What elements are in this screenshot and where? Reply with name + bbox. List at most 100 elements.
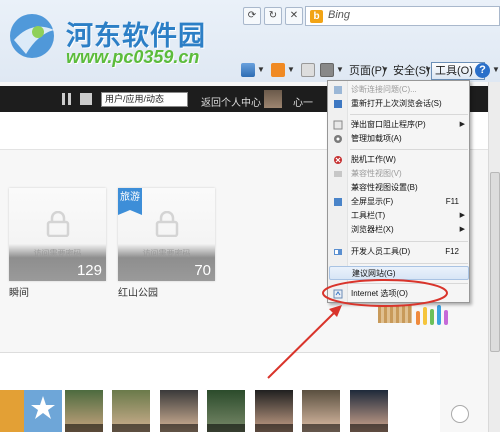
bing-icon: b <box>310 10 323 23</box>
tools-menu-label: 工具(O) <box>435 65 473 77</box>
site-search-input[interactable]: 用户/应用/动态 <box>101 92 188 107</box>
star-icon <box>31 396 55 419</box>
decorative-fence <box>378 305 412 323</box>
menu-separator <box>350 114 468 115</box>
lock-icon <box>155 211 179 237</box>
menu-item-label: 开发人员工具(D) <box>351 247 411 256</box>
menu-item-compat-settings[interactable]: 兼容性视图设置(B) <box>329 181 469 195</box>
chevron-down-icon[interactable]: ▼ <box>381 65 389 74</box>
home-icon[interactable] <box>241 63 255 77</box>
developer-tools-icon <box>334 249 342 255</box>
user-name[interactable]: 心一 <box>293 94 313 109</box>
lock-icon <box>46 211 70 237</box>
menu-item-label: 建议网站(G) <box>352 269 396 278</box>
search-box[interactable]: b Bing <box>305 6 500 26</box>
menu-item-diagnose[interactable]: 诊断连接问题(C)... <box>329 83 469 97</box>
menu-item-work-offline[interactable]: 脱机工作(W) <box>329 153 469 167</box>
friend-photo[interactable] <box>160 390 198 432</box>
command-bar: ▼ ▼ ▼ 页面(P) ▼ 安全(S) ▼ 工具(O) ▾ ? ▼ <box>235 60 500 82</box>
album-title[interactable]: 红山公园 <box>118 284 158 299</box>
menu-shortcut: F11 <box>445 197 459 206</box>
clock-icon <box>451 405 469 423</box>
album-card[interactable]: 访问需要密码 129 <box>9 188 106 281</box>
fullscreen-icon <box>334 198 342 206</box>
stop-button[interactable]: ✕ <box>285 7 303 25</box>
popup-blocker-icon <box>333 120 343 130</box>
menu-item-fullscreen[interactable]: 全屏显示(F) F11 <box>329 195 469 209</box>
menu-separator <box>350 283 468 284</box>
menu-item-label: 兼容性视图设置(B) <box>351 183 418 192</box>
menu-item-developer-tools[interactable]: 开发人员工具(D) F12 <box>329 245 469 259</box>
photo-count: 70 <box>194 262 211 279</box>
menu-item-label: 重新打开上次浏览会话(S) <box>351 99 442 108</box>
submenu-arrow-icon: ▶ <box>459 226 465 233</box>
chevron-down-icon[interactable]: ▼ <box>257 65 265 74</box>
menu-separator <box>350 263 468 264</box>
menu-item-manage-addons[interactable]: 管理加载项(A) <box>329 132 469 146</box>
tools-dropdown-menu: 诊断连接问题(C)... 重新打开上次浏览会话(S) 弹出窗口阻止程序(P) ▶… <box>327 80 470 303</box>
menu-item-reopen-session[interactable]: 重新打开上次浏览会话(S) <box>329 97 469 111</box>
scrollbar-thumb[interactable] <box>490 172 500 352</box>
friend-photo[interactable] <box>112 390 150 432</box>
rss-feed-icon[interactable] <box>271 63 285 77</box>
reopen-icon <box>334 100 342 108</box>
mail-icon[interactable] <box>301 63 315 77</box>
chevron-down-icon[interactable]: ▼ <box>287 65 295 74</box>
chevron-down-icon[interactable]: ▼ <box>336 65 344 74</box>
menu-separator <box>350 149 468 150</box>
menu-item-label: 工具栏(T) <box>351 211 386 220</box>
print-icon[interactable] <box>320 63 334 77</box>
submenu-arrow-icon: ▶ <box>459 121 465 128</box>
offline-icon <box>334 156 342 164</box>
friend-photo[interactable] <box>350 390 388 432</box>
menu-item-suggested-sites[interactable]: 建议网站(G) <box>329 266 469 280</box>
album-card[interactable]: 访问需要密码 70 旅游 <box>118 188 215 281</box>
avatar[interactable] <box>264 90 282 108</box>
submenu-arrow-icon: ▶ <box>459 212 465 219</box>
decorative-bars <box>416 305 456 325</box>
password-hint: 访问需要密码 <box>33 249 82 258</box>
compatibility-icon <box>334 171 342 177</box>
compatibility-icon[interactable]: ⟳ <box>243 7 261 25</box>
home-center-link[interactable]: 返回个人中心 <box>201 94 261 109</box>
category-tag: 旅游 <box>118 188 142 215</box>
photo-count: 129 <box>76 262 102 279</box>
menu-item-label: 管理加载项(A) <box>351 134 402 143</box>
page-scrollbar[interactable] <box>488 82 500 432</box>
menu-item-label: 诊断连接问题(C)... <box>351 85 417 94</box>
watermark-logo-icon <box>10 14 54 58</box>
menu-item-label: 弹出窗口阻止程序(P) <box>351 120 426 129</box>
friends-photo-strip <box>0 390 412 432</box>
friend-photo[interactable] <box>255 390 293 432</box>
menu-item-popup-blocker[interactable]: 弹出窗口阻止程序(P) ▶ <box>329 118 469 132</box>
menu-item-toolbars[interactable]: 工具栏(T) ▶ <box>329 209 469 223</box>
menu-separator <box>350 241 468 242</box>
menu-item-internet-options[interactable]: Internet 选项(O) <box>329 287 469 301</box>
search-placeholder: Bing <box>328 9 351 21</box>
menu-item-label: 兼容性视图(V) <box>351 169 402 178</box>
help-icon[interactable]: ? <box>475 63 490 78</box>
friend-photo[interactable] <box>207 390 245 432</box>
menu-item-label: 全屏显示(F) <box>351 197 394 206</box>
menu-item-label: 浏览器栏(X) <box>351 225 394 234</box>
gear-icon <box>334 135 342 143</box>
album-title[interactable]: 瞬间 <box>9 284 29 299</box>
browser-chrome: ⟳ ↻ ✕ b Bing 河东软件园 www.pc0359.cn ▼ ▼ ▼ 页… <box>0 0 500 82</box>
menu-item-explorer-bars[interactable]: 浏览器栏(X) ▶ <box>329 223 469 237</box>
chevron-down-icon[interactable]: ▼ <box>492 65 500 74</box>
menu-item-label: Internet 选项(O) <box>351 289 408 298</box>
menu-shortcut: F12 <box>445 247 459 256</box>
grid-icon[interactable] <box>80 93 92 105</box>
friend-photo[interactable] <box>65 390 103 432</box>
menu-item-label: 脱机工作(W) <box>351 155 396 164</box>
diagnose-icon <box>334 86 342 94</box>
friend-photo[interactable] <box>302 390 340 432</box>
menu-item-compat-view[interactable]: 兼容性视图(V) <box>329 167 469 181</box>
friend-photo[interactable] <box>0 390 24 432</box>
friend-photo[interactable] <box>24 390 62 432</box>
password-hint: 访问需要密码 <box>142 249 191 258</box>
pause-icon[interactable] <box>60 93 74 105</box>
watermark-url: www.pc0359.cn <box>66 47 200 67</box>
refresh-button[interactable]: ↻ <box>264 7 282 25</box>
internet-options-icon <box>333 289 343 299</box>
